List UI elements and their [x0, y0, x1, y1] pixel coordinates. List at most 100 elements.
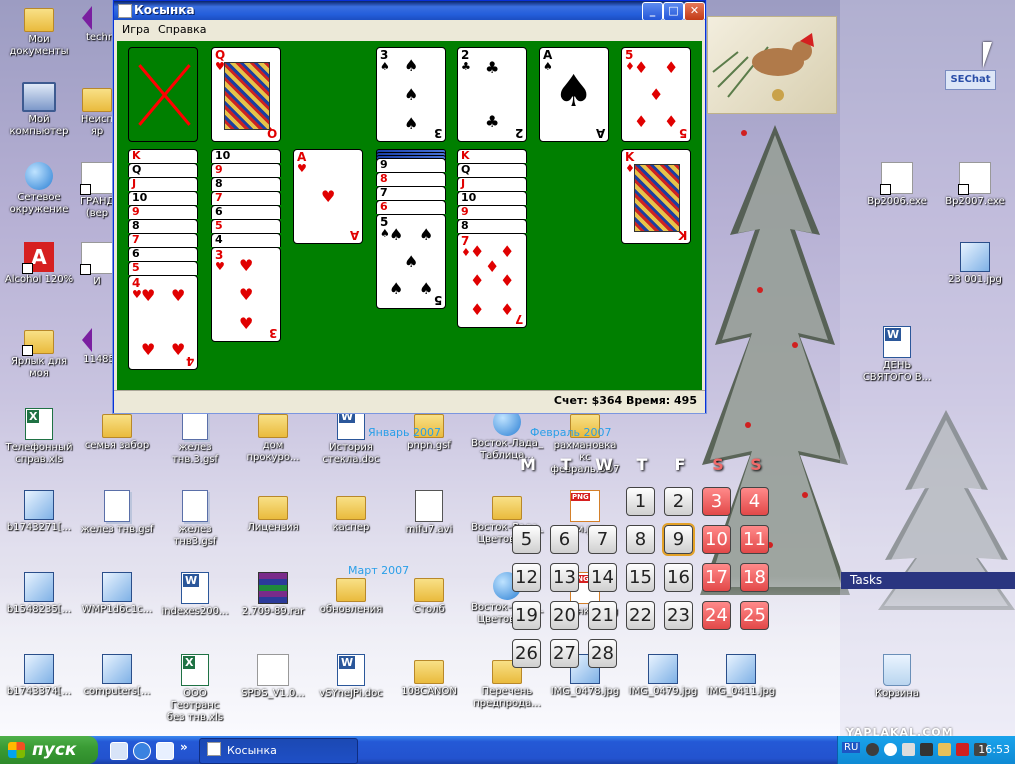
start-button[interactable]: пуск	[0, 736, 98, 764]
tableau-top-card-1[interactable]: 4 ♥ 4 ♥ ♥ ♥ ♥	[128, 275, 198, 370]
solitaire-window[interactable]: Косынка _ □ ✕ Игра Справка Q ♥ Q 3 ♠ 3 ♠ ♠ ♠ 2 ♣ 2 ♣…	[113, 0, 706, 413]
calendar-day[interactable]: 4	[740, 487, 769, 516]
desktop-icon-recycle-bin[interactable]: Корзина	[860, 654, 934, 700]
window-titlebar[interactable]: Косынка _ □ ✕	[114, 1, 705, 21]
tableau-card-edge[interactable]: 10	[457, 191, 527, 205]
desktop-icon-neisp[interactable]: Неисп яр	[80, 82, 114, 138]
tableau-card-edge[interactable]: 6	[128, 247, 198, 261]
tableau-top-card-4[interactable]: 5 ♠ 5 ♠ ♠ ♠ ♠ ♠	[376, 214, 446, 309]
tableau-card-edge[interactable]: 7	[376, 186, 446, 200]
cat-photo-widget[interactable]	[707, 16, 837, 114]
desktop-icon-23001-jpg[interactable]: 23 001.jpg	[938, 242, 1012, 286]
tableau-top-card-5[interactable]: 7 ♦ 7 ♦ ♦ ♦ ♦ ♦ ♦ ♦	[457, 233, 527, 328]
calendar-day[interactable]: 26	[512, 639, 541, 668]
quicklaunch-chevron-icon[interactable]: »	[180, 740, 188, 754]
desktop-icon-mifu7[interactable]: mifu7.avi	[392, 490, 466, 536]
calendar-day[interactable]: 27	[550, 639, 579, 668]
tableau-top-card-3[interactable]: A ♥ A ♥	[293, 149, 363, 244]
tableau-card-edge[interactable]: 8	[376, 172, 446, 186]
calendar-day[interactable]: 15	[626, 563, 655, 592]
calendar-day[interactable]: 13	[550, 563, 579, 592]
sechat-button[interactable]: SEChat	[945, 70, 996, 90]
desktop-icon-phone-list[interactable]: Телефонный справ.xls	[2, 408, 76, 466]
calendar-day[interactable]: 12	[512, 563, 541, 592]
desktop-icon-wmp[interactable]: WMP1d6c1c...	[80, 572, 154, 616]
tableau-card-edge[interactable]: J	[128, 177, 198, 191]
desktop-icon-techr[interactable]: techr	[82, 2, 116, 44]
calendar-day[interactable]: 24	[702, 601, 731, 630]
minimize-button[interactable]: _	[642, 2, 663, 21]
tableau-card-edge[interactable]: 9	[211, 163, 281, 177]
tableau-card-edge[interactable]: 9	[457, 205, 527, 219]
desktop-icon-zhelez-tnv3-b[interactable]: желез тнв3.gsf	[158, 490, 232, 548]
tasks-panel-header[interactable]: Tasks	[841, 572, 1015, 589]
desktop-icon-vsyne[interactable]: vSYneJPi.doc	[314, 654, 388, 700]
calendar-day[interactable]: 23	[664, 601, 693, 630]
quicklaunch-browser-icon[interactable]	[133, 742, 151, 760]
tableau-card-edge[interactable]: Q	[457, 163, 527, 177]
desktop-icon-b1548235[interactable]: b1548235[...	[2, 572, 76, 616]
calendar-day[interactable]: 7	[588, 525, 617, 554]
tableau-card-edge[interactable]: 7	[128, 233, 198, 247]
calendar-day[interactable]: 5	[512, 525, 541, 554]
desktop-icon-network[interactable]: Сетевое окружение	[2, 162, 76, 216]
desktop-icon-stolb[interactable]: Столб	[392, 572, 466, 616]
calendar-day[interactable]: 21	[588, 601, 617, 630]
desktop-icon-zhelez-tnv3[interactable]: желез тнв.3.gsf	[158, 408, 232, 466]
desktop-icon-my-documents[interactable]: Мои документы	[2, 2, 76, 58]
desktop-icon-108canon[interactable]: 108CANON	[392, 654, 466, 698]
desktop-icon-den-svyatogo[interactable]: ДЕНЬ СВЯТОГО В...	[860, 326, 934, 384]
antivirus-tray-icon[interactable]	[956, 743, 969, 756]
tableau-card-edge[interactable]: 8	[457, 219, 527, 233]
desktop-icon-licenziya[interactable]: Лицензия	[236, 490, 310, 534]
desktop-icon-computers[interactable]: computers[...	[80, 654, 154, 698]
counter-tray-icon[interactable]	[920, 743, 933, 756]
help-tray-icon[interactable]	[866, 743, 879, 756]
desktop-icon-geotrans[interactable]: ООО Геотранс без тнв.xls	[158, 654, 232, 724]
waste-card[interactable]: Q ♥ Q	[211, 47, 281, 142]
desktop-icon-rar[interactable]: 2.709-89.rar	[236, 572, 310, 618]
tableau-card-edge[interactable]: 8	[128, 219, 198, 233]
calendar-day[interactable]: 8	[626, 525, 655, 554]
tableau-card-edge[interactable]: K	[457, 149, 527, 163]
desktop-icon-shortcut-moya[interactable]: Ярлык для моя	[2, 324, 76, 380]
quicklaunch-desktop-icon[interactable]	[156, 742, 174, 760]
clock[interactable]: 16:53	[978, 743, 1010, 756]
calendar-day[interactable]: 16	[664, 563, 693, 592]
desktop-icon-bp2006[interactable]: Bp2006.exe	[860, 162, 934, 208]
tableau-card-edge[interactable]: 6	[376, 200, 446, 214]
tableau-card-edge[interactable]: 6	[211, 205, 281, 219]
tableau-card-edge[interactable]: Q	[128, 163, 198, 177]
desktop-icon-alcohol[interactable]: A Alcohol 120%	[2, 242, 76, 286]
menu-help[interactable]: Справка	[158, 23, 206, 36]
calendar-day[interactable]: 17	[702, 563, 731, 592]
desktop-icon-i[interactable]: И	[80, 242, 114, 288]
calendar-day[interactable]: 22	[626, 601, 655, 630]
calendar-day[interactable]: 18	[740, 563, 769, 592]
taskbar-button-solitaire[interactable]: Косынка	[199, 738, 358, 764]
language-indicator[interactable]: RU	[842, 742, 861, 753]
calendar-day[interactable]: 2	[664, 487, 693, 516]
calendar-day[interactable]: 9	[664, 525, 693, 554]
network-tray-icon[interactable]	[938, 743, 951, 756]
tableau-card-edge[interactable]: 10	[211, 149, 281, 163]
desktop-icon-b1743374[interactable]: b1743374[...	[2, 654, 76, 698]
maximize-button[interactable]: □	[663, 2, 684, 21]
calendar-day[interactable]: 6	[550, 525, 579, 554]
calendar-day[interactable]: 1	[626, 487, 655, 516]
calendar-day[interactable]: 20	[550, 601, 579, 630]
tableau-card-edge[interactable]: 5	[211, 219, 281, 233]
tableau-card-edge[interactable]: 5	[128, 261, 198, 275]
empty-stock-pile[interactable]	[128, 47, 198, 142]
desktop-icon-b1743271[interactable]: b1743271[...	[2, 490, 76, 534]
desktop-icon-zhelez-tnv[interactable]: желез тнв.gsf	[80, 490, 154, 536]
tableau-card-edge[interactable]: 10	[128, 191, 198, 205]
desktop-icon-indexes[interactable]: indexes200...	[158, 572, 232, 618]
tableau-top-card-6[interactable]: K ♦ K	[621, 149, 691, 244]
desktop-icon-11485[interactable]: 11485	[82, 324, 116, 366]
desktop-icon-dom-prokuro[interactable]: дом прокуро...	[236, 408, 310, 464]
desktop-icon-my-computer[interactable]: Мой компьютер	[2, 82, 76, 138]
close-button[interactable]: ✕	[684, 2, 705, 21]
tableau-card-edge[interactable]: J	[457, 177, 527, 191]
quicklaunch-doc-icon[interactable]	[110, 742, 128, 760]
